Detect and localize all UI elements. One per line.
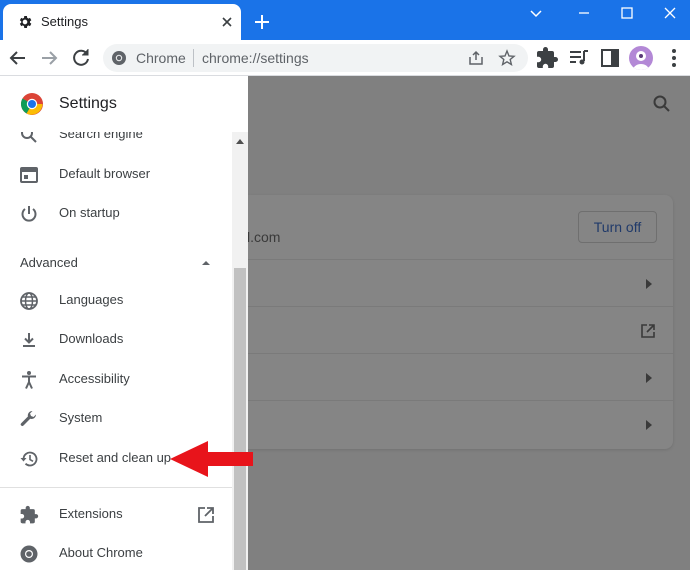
share-icon[interactable]	[467, 49, 485, 67]
card-row[interactable]	[247, 259, 673, 306]
menu-header: Settings	[0, 76, 248, 132]
chrome-logo-icon	[21, 93, 43, 115]
bookmark-star-icon[interactable]	[498, 49, 516, 67]
settings-main-overlay: l.com Turn off	[247, 76, 690, 570]
maximize-button[interactable]	[607, 0, 647, 28]
omnibox-divider	[193, 49, 194, 67]
history-reset-icon	[20, 451, 38, 467]
account-card: l.com Turn off	[247, 195, 673, 449]
account-email: l.com	[247, 229, 281, 245]
tab-search-button[interactable]	[516, 0, 556, 28]
menu-item-label: Search engine	[59, 132, 143, 141]
turn-off-sync-button[interactable]: Turn off	[578, 211, 657, 243]
chevron-right-icon	[646, 420, 652, 430]
scrollbar-thumb[interactable]	[234, 268, 246, 570]
search-icon[interactable]	[652, 94, 672, 114]
puzzle-icon	[20, 505, 39, 524]
media-playlist-icon[interactable]	[567, 46, 591, 70]
address-bar[interactable]: Chrome chrome://settings	[103, 44, 528, 72]
forward-arrow-icon[interactable]	[37, 46, 61, 70]
back-arrow-icon[interactable]	[6, 46, 30, 70]
browser-toolbar: Chrome chrome://settings	[0, 40, 690, 76]
chrome-icon	[20, 545, 38, 563]
profile-avatar[interactable]	[629, 46, 653, 70]
menu-item-system[interactable]: System	[0, 400, 232, 436]
close-icon[interactable]	[219, 14, 235, 30]
menu-list: Search engine Default browser On startup…	[0, 132, 232, 570]
more-menu-icon[interactable]	[662, 46, 686, 70]
chevron-down-icon	[530, 10, 542, 18]
search-icon	[21, 132, 37, 143]
card-row[interactable]	[247, 353, 673, 400]
annotation-arrow-icon	[170, 441, 253, 477]
extensions-puzzle-icon[interactable]	[535, 46, 559, 70]
site-label: Chrome	[136, 50, 186, 66]
menu-item-extensions[interactable]: Extensions	[0, 496, 232, 532]
new-tab-icon[interactable]	[252, 12, 272, 32]
minimize-icon	[579, 12, 589, 14]
window-close-button[interactable]	[650, 0, 690, 28]
scroll-up-arrow-icon[interactable]	[236, 138, 244, 144]
menu-item-search-engine[interactable]: Search engine	[0, 132, 232, 152]
accessibility-icon	[22, 371, 36, 389]
url-text[interactable]: chrome://settings	[202, 50, 309, 66]
maximize-icon	[621, 7, 633, 19]
chevron-right-icon	[646, 373, 652, 383]
menu-item-label: Extensions	[59, 506, 123, 521]
open-in-new-icon	[641, 324, 655, 338]
menu-item-on-startup[interactable]: On startup	[0, 195, 232, 231]
menu-item-about-chrome[interactable]: About Chrome	[0, 535, 232, 570]
reload-icon[interactable]	[69, 46, 93, 70]
menu-item-accessibility[interactable]: Accessibility	[0, 361, 232, 397]
menu-item-default-browser[interactable]: Default browser	[0, 156, 232, 192]
gear-icon	[19, 16, 32, 28]
menu-item-label: Languages	[59, 292, 124, 307]
collapse-caret-icon[interactable]	[200, 259, 212, 267]
browser-icon	[20, 167, 38, 183]
minimize-button[interactable]	[564, 0, 604, 28]
menu-item-label: On startup	[59, 205, 120, 220]
card-row[interactable]	[247, 400, 673, 447]
menu-title: Settings	[59, 95, 117, 112]
menu-item-downloads[interactable]: Downloads	[0, 321, 232, 357]
menu-divider	[0, 487, 232, 488]
open-in-new-icon	[198, 507, 214, 523]
settings-menu-drawer: Settings Search engine Default browser O	[0, 76, 248, 570]
menu-item-languages[interactable]: Languages	[0, 282, 232, 318]
menu-item-label: Default browser	[59, 166, 151, 181]
menu-item-label: Downloads	[59, 331, 124, 346]
tab-settings[interactable]: Settings	[3, 4, 241, 40]
tab-title: Settings	[41, 14, 88, 29]
wrench-icon	[20, 410, 36, 426]
menu-item-label: About Chrome	[59, 545, 143, 560]
chevron-right-icon	[646, 279, 652, 289]
menu-item-label: Accessibility	[59, 371, 130, 386]
download-icon	[23, 333, 35, 347]
profile-icon	[633, 51, 649, 70]
menu-item-label: System	[59, 410, 103, 425]
advanced-section-label[interactable]: Advanced	[20, 255, 78, 270]
tab-strip: Settings	[0, 0, 690, 40]
globe-icon	[20, 292, 38, 310]
chrome-icon	[112, 51, 126, 65]
power-icon	[21, 206, 37, 222]
close-icon	[664, 7, 676, 19]
menu-item-label: Reset and clean up	[59, 450, 172, 465]
side-panel-icon[interactable]	[598, 46, 622, 70]
card-row[interactable]	[247, 306, 673, 353]
